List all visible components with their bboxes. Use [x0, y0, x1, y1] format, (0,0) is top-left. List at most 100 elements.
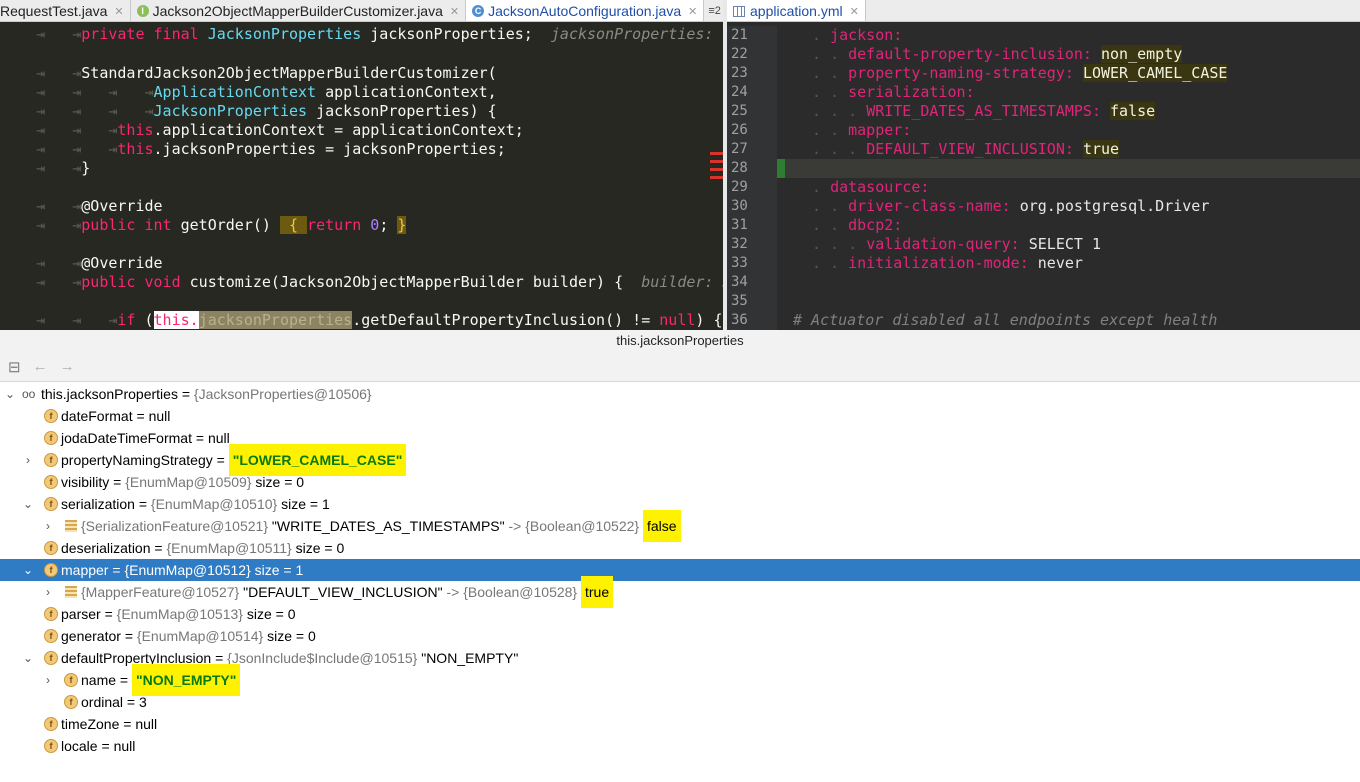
tree-row-deserialization[interactable]: f deserialization = {EnumMap@10511} size…: [0, 537, 1360, 559]
yml-line: . . dbcp2:: [812, 216, 903, 234]
yml-file-icon: [733, 5, 745, 17]
yml-line: . jackson:: [812, 26, 903, 44]
field-icon: f: [44, 563, 58, 577]
editor-area: RequestTest.java ✕ I Jackson2ObjectMappe…: [0, 0, 1360, 330]
map-entry-icon: [65, 520, 77, 532]
chevron-right-icon[interactable]: ›: [42, 581, 54, 603]
tab-label: Jackson2ObjectMapperBuilderCustomizer.ja…: [152, 3, 443, 19]
line-number-gutter: 21 22 23 24 25 26 27 28 29 30 31 32 33 3…: [727, 26, 777, 330]
yml-line: . . initialization-mode: never: [812, 254, 1083, 272]
tab-label: JacksonAutoConfiguration.java: [488, 3, 682, 19]
yml-line: . . driver-class-name: org.postgresql.Dr…: [812, 197, 1210, 215]
code-line: ⇥ ⇥@Override: [0, 197, 163, 215]
forward-arrow-icon[interactable]: →: [60, 358, 75, 375]
chevron-down-icon[interactable]: ⌄: [22, 493, 34, 515]
tab-builder-customizer[interactable]: I Jackson2ObjectMapperBuilderCustomizer.…: [131, 0, 467, 21]
code-line: ⇥ ⇥ ⇥ ⇥JacksonProperties jacksonProperti…: [0, 102, 497, 120]
variables-tree[interactable]: ⌄ oo this.jacksonProperties = {JacksonPr…: [0, 383, 1360, 757]
field-icon: f: [44, 431, 58, 445]
chevron-right-icon[interactable]: ›: [42, 669, 54, 691]
field-icon: f: [64, 695, 78, 709]
tree-row-visibility[interactable]: f visibility = {EnumMap@10509} size = 0: [0, 471, 1360, 493]
close-icon[interactable]: ✕: [114, 5, 123, 18]
yml-line: . . mapper:: [812, 121, 912, 139]
code-line: ⇥ ⇥}: [0, 159, 91, 177]
tab-application-yml[interactable]: application.yml ✕: [727, 0, 866, 21]
yml-line: . . serialization:: [812, 83, 975, 101]
tab-jackson-auto-configuration[interactable]: C JacksonAutoConfiguration.java ✕: [466, 0, 705, 21]
chevron-right-icon[interactable]: ›: [42, 515, 54, 537]
code-line: ⇥ ⇥@Override: [0, 254, 163, 272]
tab-label: application.yml: [750, 3, 843, 19]
tree-row-root[interactable]: ⌄ oo this.jacksonProperties = {JacksonPr…: [0, 383, 1360, 405]
chevron-down-icon[interactable]: ⌄: [4, 383, 16, 405]
tree-row-timezone[interactable]: f timeZone = null: [0, 713, 1360, 735]
field-icon: f: [64, 673, 78, 687]
yml-line: . . . WRITE_DATES_AS_TIMESTAMPS: false: [812, 102, 1156, 120]
variables-view-icon[interactable]: ⊟: [8, 358, 21, 376]
tab-request-test[interactable]: RequestTest.java ✕: [0, 0, 131, 21]
yml-line: . datasource:: [812, 178, 930, 196]
yml-line: . . default-property-inclusion: non_empt…: [812, 45, 1183, 63]
code-line: ⇥ ⇥private final JacksonProperties jacks…: [0, 25, 723, 44]
java-interface-icon: I: [136, 5, 149, 17]
back-arrow-icon[interactable]: ←: [33, 358, 48, 375]
close-icon[interactable]: ✕: [450, 5, 459, 18]
debugger-title: this.jacksonProperties: [0, 330, 1360, 352]
tree-row-dateformat[interactable]: f dateFormat = null: [0, 405, 1360, 427]
yml-line: . . . DEFAULT_VIEW_INCLUSION: true: [812, 140, 1120, 158]
tree-row-mapper[interactable]: ⌄ f mapper = {EnumMap@10512} size = 1: [0, 559, 1360, 581]
tree-row-serialization-entry[interactable]: › {SerializationFeature@10521} "WRITE_DA…: [0, 510, 1360, 542]
field-icon: f: [44, 409, 58, 423]
yml-line: . . . validation-query: SELECT 1: [812, 235, 1101, 253]
code-line: ⇥ ⇥public int getOrder() { return 0; }: [0, 216, 407, 234]
code-line: ⇥ ⇥ ⇥this.applicationContext = applicati…: [0, 121, 524, 139]
tab-label: RequestTest.java: [0, 3, 108, 19]
tab-overflow-button[interactable]: ≡2: [704, 0, 723, 21]
code-line: ⇥ ⇥StandardJackson2ObjectMapperBuilderCu…: [0, 64, 497, 82]
java-class-icon: C: [472, 5, 485, 17]
field-icon: f: [44, 717, 58, 731]
yml-line: . . property-naming-strategy: LOWER_CAME…: [812, 64, 1228, 82]
yml-editor-pane[interactable]: application.yml ✕ 21 22 23 24 25 26 27 2…: [727, 0, 1360, 330]
tree-row-jodadatetimeformat[interactable]: f jodaDateTimeFormat = null: [0, 427, 1360, 449]
field-icon: f: [44, 497, 58, 511]
left-tab-bar: RequestTest.java ✕ I Jackson2ObjectMappe…: [0, 0, 723, 22]
field-icon: f: [44, 607, 58, 621]
code-line: ⇥ ⇥public void customize(Jackson2ObjectM…: [0, 273, 723, 291]
field-icon: f: [44, 739, 58, 753]
yml-line: # Actuator disabled all endpoints except…: [793, 311, 1218, 329]
field-icon: f: [44, 475, 58, 489]
tree-row-name[interactable]: › f name = "NON_EMPTY": [0, 664, 1360, 696]
chevron-down-icon[interactable]: ⌄: [22, 647, 34, 669]
tree-row-ordinal[interactable]: f ordinal = 3: [0, 691, 1360, 713]
field-icon: f: [44, 453, 58, 467]
map-entry-icon: [65, 586, 77, 598]
watch-icon: oo: [22, 387, 36, 401]
field-icon: f: [44, 629, 58, 643]
current-line-marker: [777, 159, 785, 178]
error-marker[interactable]: [710, 176, 723, 179]
tree-row-locale[interactable]: f locale = null: [0, 735, 1360, 757]
code-line: ⇥ ⇥ ⇥this.jacksonProperties = jacksonPro…: [0, 140, 506, 158]
chevron-down-icon[interactable]: ⌄: [22, 559, 34, 581]
error-marker[interactable]: [710, 152, 723, 155]
chevron-right-icon[interactable]: ›: [22, 449, 34, 471]
right-tab-bar: application.yml ✕: [727, 0, 1360, 22]
java-editor-pane[interactable]: RequestTest.java ✕ I Jackson2ObjectMappe…: [0, 0, 723, 330]
tree-row-mapper-entry[interactable]: › {MapperFeature@10527} "DEFAULT_VIEW_IN…: [0, 576, 1360, 608]
java-code[interactable]: ⇥ ⇥private final JacksonProperties jacks…: [0, 25, 723, 330]
yml-current-line: [777, 159, 1360, 178]
code-line: ⇥ ⇥ ⇥if (this.jacksonProperties.getDefau…: [0, 311, 723, 329]
field-icon: f: [44, 541, 58, 555]
tree-row-propertynamingstrategy[interactable]: › f propertyNamingStrategy = "LOWER_CAME…: [0, 444, 1360, 476]
close-icon[interactable]: ✕: [688, 5, 697, 18]
tree-row-generator[interactable]: f generator = {EnumMap@10514} size = 0: [0, 625, 1360, 647]
debugger-toolbar: ⊟ ← →: [0, 352, 1360, 382]
error-marker[interactable]: [710, 168, 723, 171]
error-marker[interactable]: [710, 160, 723, 163]
tree-row-parser[interactable]: f parser = {EnumMap@10513} size = 0: [0, 603, 1360, 625]
yml-code[interactable]: . jackson: . . default-property-inclusio…: [777, 26, 1360, 330]
field-icon: f: [44, 651, 58, 665]
close-icon[interactable]: ✕: [850, 5, 859, 18]
